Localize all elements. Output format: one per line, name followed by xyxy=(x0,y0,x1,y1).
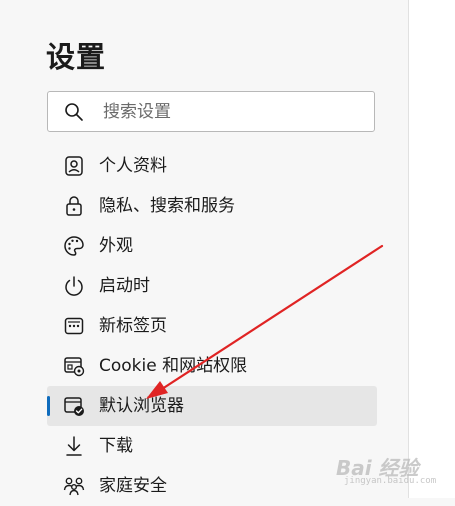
nav-item-startup[interactable]: 启动时 xyxy=(47,266,377,306)
search-box[interactable] xyxy=(47,91,375,132)
nav-item-label: 默认浏览器 xyxy=(99,396,184,416)
content-pane xyxy=(409,0,455,498)
nav-item-privacy[interactable]: 隐私、搜索和服务 xyxy=(47,186,377,226)
nav-item-label: 启动时 xyxy=(99,276,150,296)
default-browser-icon xyxy=(64,397,84,416)
nav-item-label: 家庭安全 xyxy=(99,476,167,496)
nav-item-new-tab[interactable]: 新标签页 xyxy=(47,306,377,346)
nav-item-label: 下载 xyxy=(99,436,133,456)
power-icon xyxy=(65,276,83,296)
nav-item-label: 外观 xyxy=(99,236,133,256)
family-icon xyxy=(63,477,85,496)
active-indicator xyxy=(47,396,50,416)
nav-item-label: Cookie 和网站权限 xyxy=(99,356,248,376)
nav-item-appearance[interactable]: 外观 xyxy=(47,226,377,266)
nav-item-downloads[interactable]: 下载 xyxy=(47,426,377,466)
search-icon xyxy=(65,103,83,121)
nav-item-cookies[interactable]: Cookie 和网站权限 xyxy=(47,346,377,386)
nav-item-profile[interactable]: 个人资料 xyxy=(47,146,377,186)
nav-item-label: 隐私、搜索和服务 xyxy=(99,196,235,216)
profile-icon xyxy=(65,156,83,176)
settings-sidebar: 设置 个人资料 隐私、搜索和服务 xyxy=(0,0,408,498)
search-input[interactable] xyxy=(103,98,363,126)
nav-item-label: 新标签页 xyxy=(99,316,167,336)
watermark-url: jingyan.baidu.com xyxy=(344,476,437,486)
nav-item-family-safety[interactable]: 家庭安全 xyxy=(47,466,377,506)
lock-icon xyxy=(66,196,82,216)
site-permissions-icon xyxy=(64,357,85,377)
page-title: 设置 xyxy=(46,40,107,74)
nav-item-label: 个人资料 xyxy=(99,156,167,176)
download-icon xyxy=(66,436,82,456)
nav-item-default-browser[interactable]: 默认浏览器 xyxy=(47,386,377,426)
palette-icon xyxy=(64,236,84,256)
new-tab-icon xyxy=(64,317,84,335)
settings-nav: 个人资料 隐私、搜索和服务 外观 启动时 新标签页 Cookie 和网站权限 默… xyxy=(47,146,377,506)
